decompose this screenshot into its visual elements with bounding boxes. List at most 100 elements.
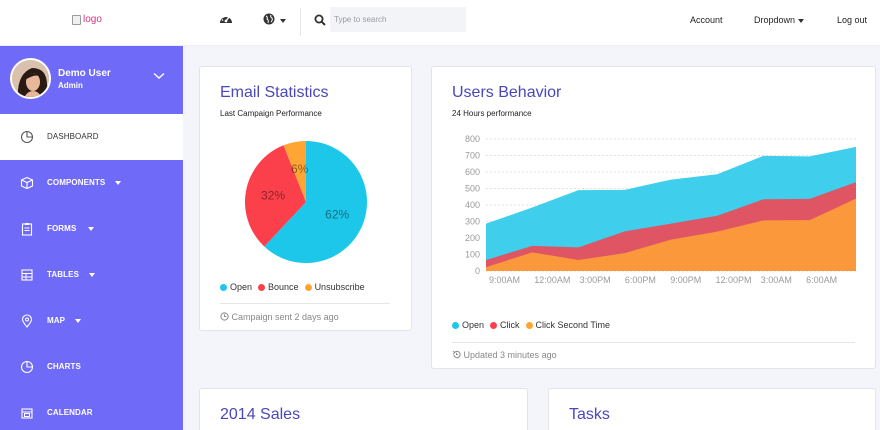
top-navbar: logo Account Dropdown Log out [0,0,880,46]
x-tick-label: 3:00PM [580,275,611,285]
search-icon[interactable] [314,14,326,26]
pie-data-label: 32% [261,189,285,203]
chevron-down-icon [88,227,94,231]
sidebar-item-forms[interactable]: FORMS [0,206,183,252]
legend-swatch [258,283,266,291]
logo[interactable]: logo [72,14,102,25]
legend-label: Open [230,282,253,292]
history-icon [452,350,461,359]
y-tick-label: 600 [465,167,480,177]
clipboard-icon [21,223,33,236]
sidebar-item-charts[interactable]: CHARTS [0,344,183,390]
chevron-down-icon [798,18,805,23]
card-footer: Updated 3 minutes ago [452,350,557,360]
sidebar-item-tables[interactable]: TABLES [0,252,183,298]
sidebar-item-components[interactable]: COMPONENTS [0,160,183,206]
sidebar-item-map[interactable]: MAP [0,298,183,344]
sidebar: Demo User Admin DASHBOARD COMPONENTS FOR… [0,46,183,430]
legend-entry: Bounce [258,282,299,292]
legend-swatch [452,321,459,329]
chart-legend: Open Bounce Unsubscribe [220,282,371,292]
x-tick-label: 6:00PM [625,275,656,285]
chevron-down-icon[interactable] [153,72,165,80]
chart-legend: Open Click Click Second Time [452,320,616,330]
user-panel[interactable]: Demo User Admin [0,46,183,114]
y-tick-label: 100 [465,250,480,260]
card-subtitle: 24 Hours performance [452,109,532,118]
legend-label: Click [500,320,520,330]
logout-link[interactable]: Log out [837,15,867,25]
legend-swatch [525,321,533,329]
x-tick-label: 3:00AM [761,275,792,285]
email-statistics-card: Email Statistics Last Campaign Performan… [199,66,412,331]
x-tick-label: 9:00PM [670,275,701,285]
logo-alt-text: logo [83,14,102,25]
pie-chart-icon [20,360,34,374]
legend-entry: Click Second Time [525,320,611,330]
globe-dropdown[interactable] [263,12,287,30]
legend-swatch [490,321,498,329]
table-icon [21,269,33,281]
sidebar-item-dashboard[interactable]: DASHBOARD [0,114,183,160]
user-role: Admin [58,81,83,90]
account-link[interactable]: Account [690,15,723,25]
chevron-down-icon [89,273,95,277]
broken-image-icon [72,14,81,25]
y-tick-label: 400 [465,200,480,210]
y-tick-label: 500 [465,184,480,194]
sidebar-item-label: TABLES [47,270,80,279]
chevron-down-icon [115,181,121,185]
dashboard-gauge-icon[interactable] [219,12,233,30]
divider [452,342,855,343]
card-title: Tasks [569,406,610,423]
map-pin-icon [21,314,33,328]
legend-entry: Open [452,320,484,330]
card-title: Email Statistics [220,84,329,101]
card-footer: Campaign sent 2 days ago [220,312,339,322]
y-tick-label: 300 [465,217,480,227]
sales-card: 2014 Sales [199,388,528,430]
y-tick-label: 700 [465,151,480,161]
pie-data-label: 6% [291,162,309,176]
sidebar-item-label: CHARTS [47,362,81,371]
card-title: Users Behavior [452,84,562,101]
avatar [10,58,51,99]
legend-entry: Open [220,282,252,292]
legend-swatch [220,283,227,291]
card-subtitle: Last Campaign Performance [220,109,322,118]
footer-text: Updated 3 minutes ago [463,350,557,360]
legend-swatch [304,283,312,291]
sidebar-item-calendar[interactable]: CALENDAR [0,390,183,430]
search-input[interactable] [330,7,466,32]
tasks-card: Tasks [548,388,876,430]
legend-label: Click Second Time [535,320,611,330]
chevron-down-icon [75,319,81,323]
y-tick-label: 200 [465,233,480,243]
x-tick-label: 12:00PM [716,275,752,285]
legend-label: Bounce [268,282,299,292]
sidebar-item-label: FORMS [47,224,77,233]
divider [300,8,301,36]
sidebar-item-label: CALENDAR [47,408,93,417]
sidebar-item-label: COMPONENTS [47,178,106,187]
globe-icon [263,13,275,25]
legend-label: Unsubscribe [314,282,365,292]
user-name: Demo User [58,68,111,79]
x-tick-label: 9:00AM [489,275,520,285]
calendar-icon [21,408,33,419]
search-bar [314,7,468,32]
divider [220,303,390,304]
card-title: 2014 Sales [220,406,301,423]
pie-data-label: 62% [325,207,349,221]
legend-label: Open [462,320,485,330]
dropdown-label: Dropdown [754,15,796,25]
users-behavior-card: Users Behavior 24 Hours performance 0 100… [431,66,876,369]
y-tick-label: 0 [475,266,480,276]
sidebar-item-label: DASHBOARD [47,132,99,141]
legend-entry: Unsubscribe [304,282,365,292]
cube-icon [20,176,34,190]
chevron-down-icon [280,18,287,23]
x-tick-label: 12:00AM [534,275,570,285]
dropdown-menu[interactable]: Dropdown [754,15,805,25]
pie-chart-icon [20,130,34,144]
